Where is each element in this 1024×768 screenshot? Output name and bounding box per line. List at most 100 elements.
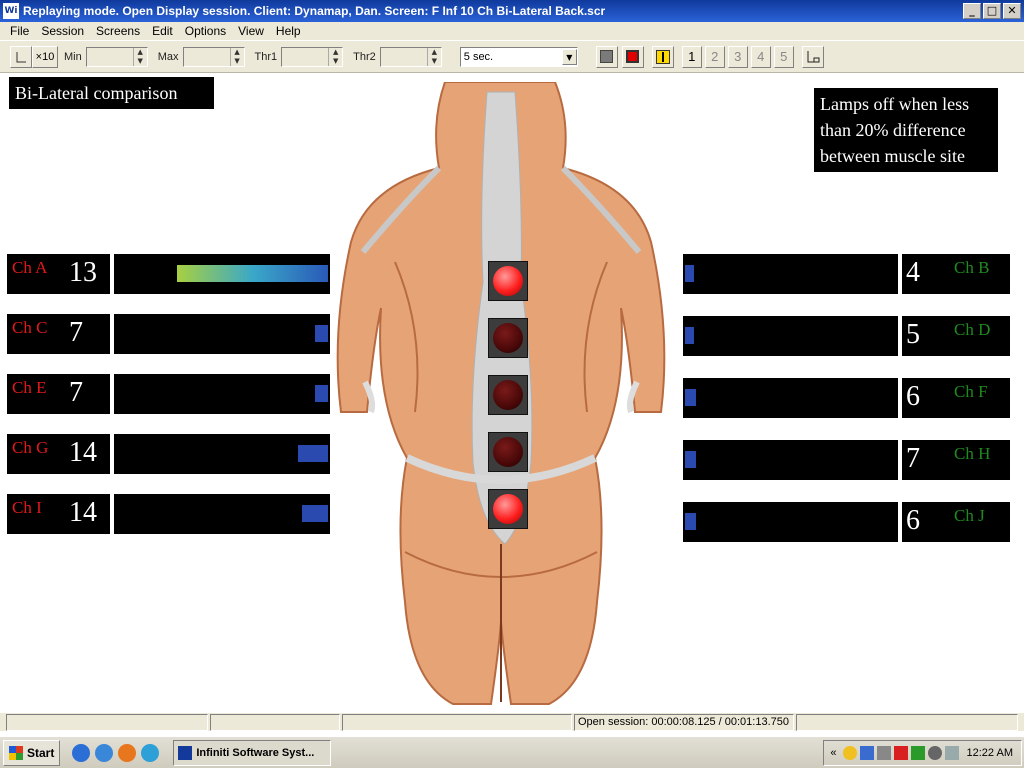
status-pane-5 xyxy=(796,713,1018,731)
channel-bar-fill xyxy=(685,327,694,344)
lamp-bulb-icon xyxy=(493,494,523,524)
windows-logo-icon xyxy=(9,745,23,760)
lamp-rule-note: Lamps off when less than 20% difference … xyxy=(814,88,998,172)
channel-bar xyxy=(114,374,330,414)
channel-bar-fill xyxy=(302,505,328,522)
channel-bar xyxy=(114,254,330,294)
title-left: Wi Replaying mode. Open Display session.… xyxy=(3,3,961,19)
task-infiniti-software[interactable]: Infiniti Software Syst... xyxy=(173,739,332,766)
channel-name: Ch G xyxy=(12,438,49,457)
system-tray: « 12:22 AM xyxy=(823,739,1022,766)
page-button-2[interactable]: 2 xyxy=(704,45,725,68)
note-line-3: between muscle site xyxy=(820,146,965,166)
max-spinner[interactable]: ▲ ▼ xyxy=(182,46,245,67)
pause-button[interactable] xyxy=(651,45,674,68)
max-label: Max xyxy=(157,50,179,63)
channel-bar xyxy=(683,378,898,418)
dropdown-arrow-icon[interactable]: ▼ xyxy=(561,48,577,65)
app-icon xyxy=(178,745,193,760)
channel-value: 6 xyxy=(906,381,920,412)
network-icon[interactable] xyxy=(859,745,874,760)
channel-bar-fill xyxy=(685,513,696,530)
channel-bar xyxy=(683,440,898,480)
firefox-icon[interactable] xyxy=(118,743,137,762)
step-view-button[interactable] xyxy=(801,45,824,68)
channel-value: 7 xyxy=(69,377,83,408)
title-bar: Wi Replaying mode. Open Display session.… xyxy=(0,0,1024,22)
pause-icon xyxy=(655,49,670,64)
channel-bar-fill xyxy=(685,265,694,282)
channel-bar xyxy=(683,316,898,356)
maximize-button[interactable]: □ xyxy=(983,3,1001,19)
show-desktop-icon[interactable] xyxy=(72,743,91,762)
page-button-3[interactable]: 3 xyxy=(727,45,748,68)
status-pane-1 xyxy=(6,713,208,731)
menu-session[interactable]: Session xyxy=(35,24,90,38)
spinner-arrows-icon[interactable]: ▲ ▼ xyxy=(132,47,147,66)
tray-expand-chevron[interactable]: « xyxy=(830,747,836,759)
record-icon xyxy=(626,50,640,63)
channel-label-box: 5 Ch D xyxy=(902,316,1010,356)
thr2-spinner[interactable]: ▲ ▼ xyxy=(379,46,442,67)
stop-icon xyxy=(600,50,614,63)
session-status: Open session: 00:00:08.125 / 00:01:13.75… xyxy=(574,713,794,731)
lamp-bulb-icon xyxy=(493,323,523,353)
thr1-spinner[interactable]: ▲ ▼ xyxy=(281,46,344,67)
lamp-bulb-icon xyxy=(493,380,523,410)
minimize-button[interactable]: _ xyxy=(963,3,981,19)
min-spinner[interactable]: ▲ ▼ xyxy=(85,46,148,67)
record-button[interactable] xyxy=(621,45,644,68)
lamp-on xyxy=(488,489,528,529)
menu-options[interactable]: Options xyxy=(179,24,232,38)
volume-icon[interactable] xyxy=(876,745,891,760)
close-button[interactable]: ✕ xyxy=(1003,3,1021,19)
channel-bar-fill xyxy=(685,451,696,468)
channel-label-box: 6 Ch J xyxy=(902,502,1010,542)
page-button-1[interactable]: 1 xyxy=(681,45,702,68)
channel-bar-fill xyxy=(298,445,328,462)
spinner-arrows-icon[interactable]: ▲ ▼ xyxy=(229,47,244,66)
settings-tray-icon[interactable] xyxy=(927,745,942,760)
app-icon[interactable]: Wi xyxy=(3,3,19,19)
internet-explorer-icon[interactable] xyxy=(95,743,114,762)
spinner-arrows-icon[interactable]: ▲ ▼ xyxy=(328,47,342,66)
channel-name: Ch I xyxy=(12,498,42,517)
spinner-arrows-icon[interactable]: ▲ ▼ xyxy=(426,47,441,66)
channel-name: Ch A xyxy=(12,258,48,277)
thr1-label: Thr1 xyxy=(254,50,278,63)
scale-x10-button[interactable]: ×10 xyxy=(32,45,58,68)
step-icon xyxy=(807,50,820,62)
channel-bar xyxy=(114,434,330,474)
connection-icon[interactable] xyxy=(944,745,959,760)
tray-app-icon[interactable] xyxy=(910,745,925,760)
menu-file[interactable]: File xyxy=(4,24,35,38)
status-bar: Open session: 00:00:08.125 / 00:01:13.75… xyxy=(0,712,1024,731)
security-shield-icon[interactable] xyxy=(842,745,857,760)
channel-name: Ch C xyxy=(12,318,48,337)
menu-screens[interactable]: Screens xyxy=(90,24,146,38)
window-title: Replaying mode. Open Display session. Cl… xyxy=(23,4,606,18)
channel-label-box: Ch I 14 xyxy=(7,494,110,534)
menu-help[interactable]: Help xyxy=(270,24,307,38)
lamp-bulb-icon xyxy=(493,437,523,467)
page-button-5[interactable]: 5 xyxy=(773,45,794,68)
menu-edit[interactable]: Edit xyxy=(146,24,179,38)
taskbar: Start Infiniti Software Syst... « 12:22 … xyxy=(0,736,1024,768)
menu-view[interactable]: View xyxy=(232,24,270,38)
page-button-4[interactable]: 4 xyxy=(750,45,771,68)
channel-bar xyxy=(683,254,898,294)
channel-name: Ch J xyxy=(954,506,985,525)
channel-bar xyxy=(683,502,898,542)
duration-select[interactable]: 5 sec. ▼ xyxy=(459,46,578,67)
channel-value: 13 xyxy=(69,257,97,288)
channel-label-box: 7 Ch H xyxy=(902,440,1010,480)
lamp-off xyxy=(488,318,528,358)
channel-value: 7 xyxy=(69,317,83,348)
start-button[interactable]: Start xyxy=(3,739,61,766)
lamp-off xyxy=(488,432,528,472)
axis-toggle-button[interactable] xyxy=(10,45,32,68)
stop-button[interactable] xyxy=(595,45,618,68)
status-pane-3 xyxy=(342,713,572,731)
antivirus-icon[interactable] xyxy=(893,745,908,760)
browser-quicklaunch-icon[interactable] xyxy=(141,743,160,762)
